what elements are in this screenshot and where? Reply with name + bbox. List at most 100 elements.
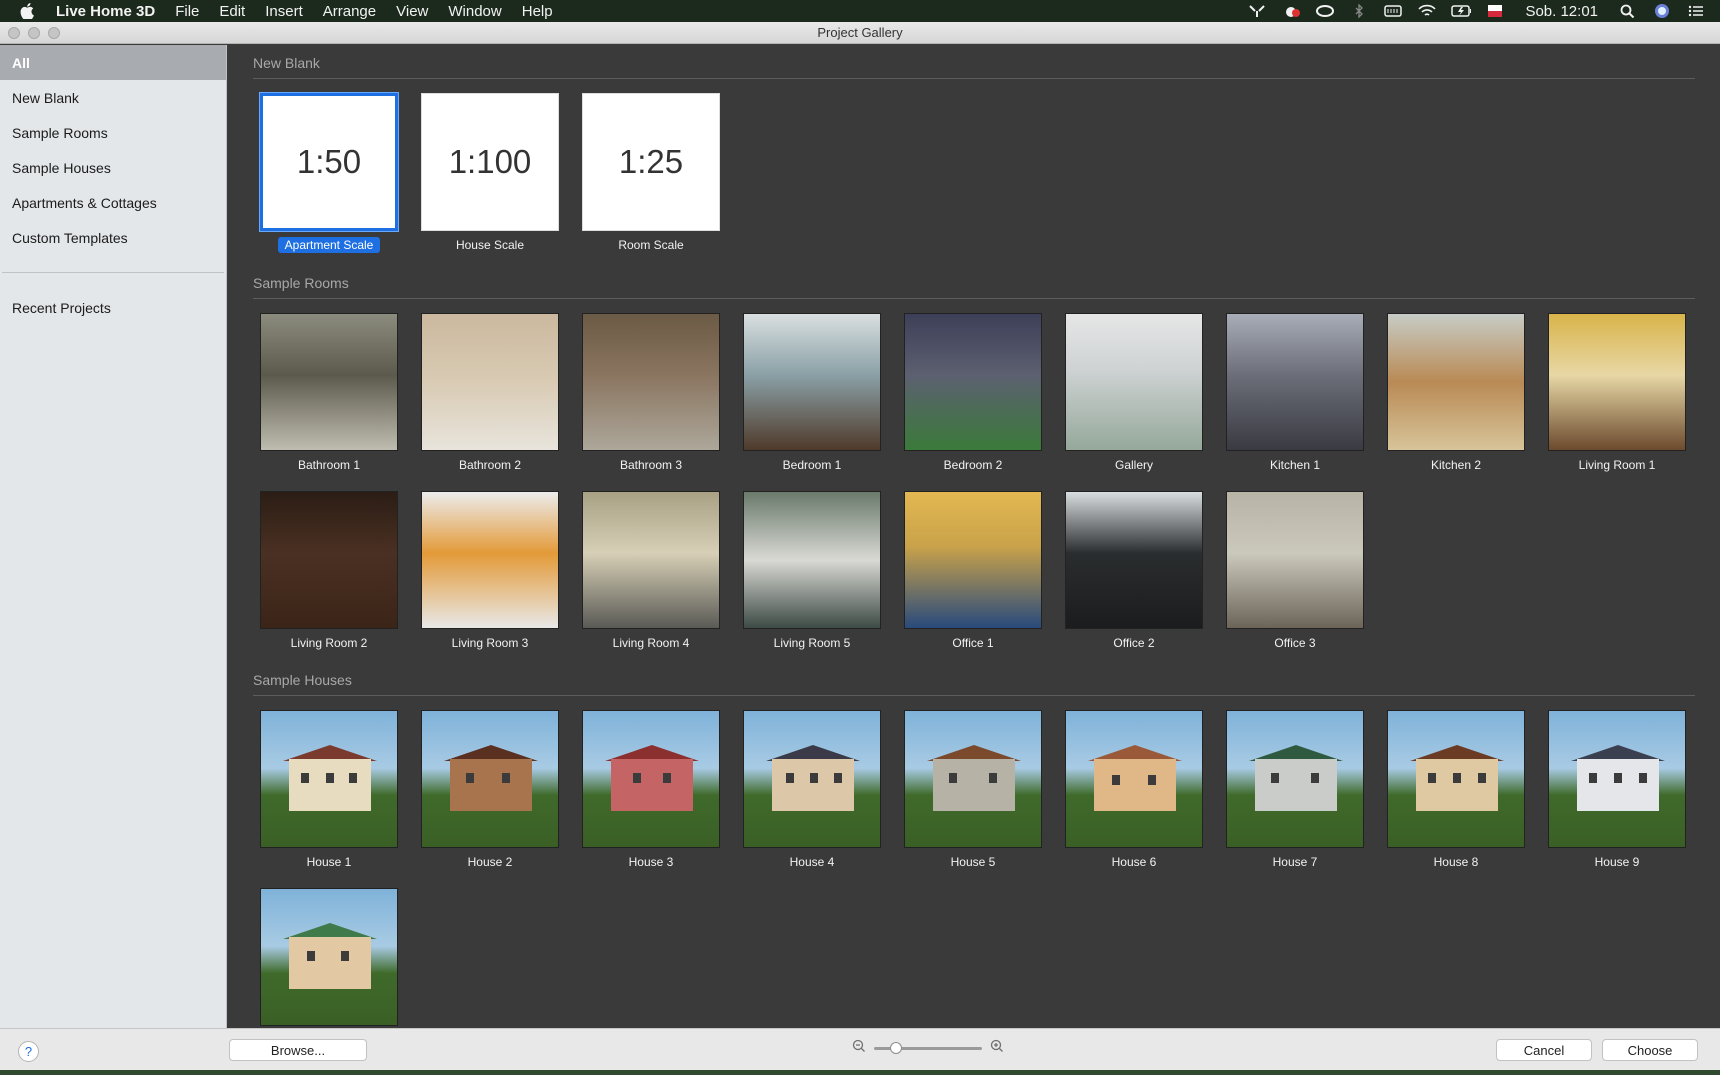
menu-file[interactable]: File (175, 3, 199, 20)
browse-button[interactable]: Browse... (229, 1039, 367, 1061)
apple-icon[interactable] (20, 3, 38, 19)
room-thumbnail[interactable] (1065, 313, 1203, 451)
notification-center-icon[interactable] (1686, 4, 1706, 18)
room-thumbnail[interactable] (904, 491, 1042, 629)
keyboard-icon[interactable] (1383, 4, 1403, 18)
room-thumbnail[interactable] (1387, 313, 1525, 451)
zoom-out-icon[interactable] (852, 1039, 866, 1058)
choose-button[interactable]: Choose (1602, 1039, 1698, 1061)
zoom-slider-knob[interactable] (890, 1042, 902, 1054)
sidebar-item-all[interactable]: All (0, 45, 226, 80)
house-thumbnail[interactable] (1387, 710, 1525, 848)
room-thumbnail[interactable] (1226, 313, 1364, 451)
gallery-tile[interactable]: Kitchen 1 (1225, 313, 1365, 472)
menu-view[interactable]: View (396, 3, 428, 20)
room-thumbnail[interactable] (260, 313, 398, 451)
template-thumbnail[interactable]: 1:25 (582, 93, 720, 231)
house-thumbnail[interactable] (421, 710, 559, 848)
gallery-tile[interactable]: Kitchen 2 (1386, 313, 1526, 472)
house-thumbnail[interactable] (582, 710, 720, 848)
gallery-tile[interactable]: House 6 (1064, 710, 1204, 869)
house-thumbnail[interactable] (743, 710, 881, 848)
house-thumbnail[interactable] (1226, 710, 1364, 848)
house-thumbnail[interactable] (1065, 710, 1203, 848)
cloud-error-icon[interactable] (1281, 4, 1301, 18)
gallery-tile[interactable]: Gallery (1064, 313, 1204, 472)
gallery-tile[interactable]: Bedroom 2 (903, 313, 1043, 472)
menu-window[interactable]: Window (448, 3, 501, 20)
template-thumbnail[interactable]: 1:100 (421, 93, 559, 231)
room-thumbnail[interactable] (582, 491, 720, 629)
room-thumbnail[interactable] (904, 313, 1042, 451)
room-thumbnail[interactable] (1065, 491, 1203, 629)
sidebar-item-new-blank[interactable]: New Blank (0, 80, 226, 115)
room-thumbnail[interactable] (421, 313, 559, 451)
menu-app-name[interactable]: Live Home 3D (56, 3, 155, 20)
gallery-tile[interactable]: Bathroom 1 (259, 313, 399, 472)
zoom-in-icon[interactable] (990, 1039, 1004, 1058)
house-thumbnail[interactable] (260, 888, 398, 1026)
menu-arrange[interactable]: Arrange (323, 3, 376, 20)
menu-insert[interactable]: Insert (265, 3, 303, 20)
room-thumbnail[interactable] (743, 491, 881, 629)
gallery-tile[interactable]: Living Room 3 (420, 491, 560, 650)
battery-icon[interactable] (1451, 4, 1472, 18)
gallery-tile[interactable]: Office 1 (903, 491, 1043, 650)
gallery-tile[interactable]: House 1 (259, 710, 399, 869)
tool-icon[interactable] (1247, 4, 1267, 18)
sidebar-item-custom-templates[interactable]: Custom Templates (0, 220, 226, 255)
gallery-tile[interactable]: House 8 (1386, 710, 1526, 869)
wifi-icon[interactable] (1417, 4, 1437, 18)
gallery-tile[interactable]: House 9 (1547, 710, 1687, 869)
room-thumbnail[interactable] (260, 491, 398, 629)
room-thumbnail[interactable] (1226, 491, 1364, 629)
menubar-clock[interactable]: Sob. 12:01 (1525, 3, 1598, 20)
room-thumbnail[interactable] (1548, 313, 1686, 451)
sidebar-item-apartments-cottages[interactable]: Apartments & Cottages (0, 185, 226, 220)
gallery-tile[interactable]: Office 2 (1064, 491, 1204, 650)
zoom-slider[interactable] (874, 1042, 982, 1054)
house-thumbnail[interactable] (904, 710, 1042, 848)
gallery-tile[interactable]: Bedroom 1 (742, 313, 882, 472)
bluetooth-icon[interactable] (1349, 4, 1369, 18)
gallery-tile[interactable]: House 2 (420, 710, 560, 869)
gallery-tile[interactable]: House 5 (903, 710, 1043, 869)
gallery-tile[interactable]: House 3 (581, 710, 721, 869)
gallery-tile[interactable]: Office 3 (1225, 491, 1365, 650)
template-thumbnail[interactable]: 1:50 (259, 92, 399, 232)
template-house-scale[interactable]: 1:100 House Scale (420, 93, 560, 252)
window-titlebar[interactable]: Project Gallery (0, 22, 1720, 44)
gallery-tile[interactable]: Bathroom 3 (581, 313, 721, 472)
gallery-tile[interactable]: Living Room 4 (581, 491, 721, 650)
room-thumbnail[interactable] (421, 491, 559, 629)
template-room-scale[interactable]: 1:25 Room Scale (581, 93, 721, 252)
sidebar-item-sample-houses[interactable]: Sample Houses (0, 150, 226, 185)
room-thumbnail[interactable] (582, 313, 720, 451)
sidebar-item-recent-projects[interactable]: Recent Projects (0, 290, 226, 325)
menu-help[interactable]: Help (522, 3, 553, 20)
spotlight-search-icon[interactable] (1618, 4, 1638, 18)
gallery-tile[interactable]: House 7 (1225, 710, 1365, 869)
house-thumbnail[interactable] (260, 710, 398, 848)
room-thumbnail[interactable] (743, 313, 881, 451)
menu-edit[interactable]: Edit (219, 3, 245, 20)
input-source-flag-icon[interactable] (1485, 4, 1505, 18)
zoom-window-button[interactable] (48, 27, 60, 39)
gallery-tile[interactable]: Bathroom 2 (420, 313, 560, 472)
creative-cloud-icon[interactable] (1315, 4, 1335, 18)
sidebar-item-sample-rooms[interactable]: Sample Rooms (0, 115, 226, 150)
template-apartment-scale[interactable]: 1:50 Apartment Scale (259, 92, 399, 253)
close-window-button[interactable] (8, 27, 20, 39)
gallery-tile[interactable]: Living Room 2 (259, 491, 399, 650)
gallery-tile[interactable]: Living Room 1 (1547, 313, 1687, 472)
gallery-tile[interactable] (259, 888, 399, 1028)
gallery-tile[interactable]: Living Room 5 (742, 491, 882, 650)
gallery-tile[interactable]: House 4 (742, 710, 882, 869)
house-thumbnail[interactable] (1548, 710, 1686, 848)
cancel-button[interactable]: Cancel (1496, 1039, 1592, 1061)
template-caption: House Scale (455, 238, 525, 252)
siri-icon[interactable] (1652, 4, 1672, 18)
minimize-window-button[interactable] (28, 27, 40, 39)
help-button[interactable]: ? (18, 1041, 39, 1062)
tile-caption: Office 1 (952, 636, 994, 650)
